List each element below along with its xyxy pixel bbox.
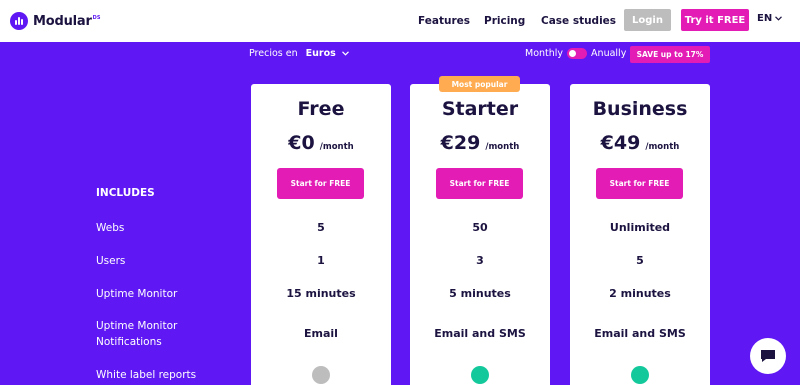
chevron-down-icon [775, 16, 783, 21]
brand-name: Modular [33, 13, 92, 29]
includes-heading: INCLUDES [96, 187, 155, 199]
start-free-button[interactable]: Start for FREE [277, 168, 364, 199]
feature-webs: Webs [96, 222, 125, 234]
price-amount: €49 [600, 132, 641, 154]
webs-value: 5 [317, 221, 325, 234]
webs-value: 50 [472, 221, 488, 234]
notifications-value: Email and SMS [594, 327, 686, 340]
white-label-unavailable-icon [312, 366, 330, 384]
uptime-value: 15 minutes [286, 287, 356, 300]
feature-notifications-line2: Notifications [96, 336, 162, 348]
billing-period-switch: Monthly Anually [525, 48, 626, 59]
plan-name: Business [592, 98, 688, 120]
language-label: EN [757, 13, 773, 24]
currency-label: Precios en [249, 48, 298, 59]
logo-mark-icon [10, 12, 28, 30]
users-value: 3 [476, 254, 484, 267]
nav-features[interactable]: Features [418, 0, 470, 42]
white-label-included-icon [631, 366, 649, 384]
monthly-label[interactable]: Monthly [525, 48, 563, 59]
chat-bubble-icon [761, 350, 775, 362]
price-period: /month [319, 142, 354, 152]
uptime-value: 5 minutes [449, 287, 511, 300]
nav-case-studies[interactable]: Case studies [541, 0, 616, 42]
login-button[interactable]: Login [624, 9, 671, 31]
users-value: 1 [317, 254, 325, 267]
plan-card-free: Free €0 /month Start for FREE 5 1 15 min… [251, 84, 391, 385]
plan-price: €49 /month [570, 132, 710, 154]
nav-pricing[interactable]: Pricing [484, 0, 525, 42]
chevron-down-icon [341, 51, 349, 56]
price-period: /month [645, 142, 680, 152]
feature-white-label: White label reports [96, 369, 197, 381]
users-value: 5 [636, 254, 644, 267]
price-amount: €29 [440, 132, 481, 154]
feature-notifications-line1: Uptime Monitor [96, 320, 178, 332]
top-nav-bar: Modular DS Features Pricing Case studies… [0, 0, 800, 42]
plan-card-business: Business €49 /month Start for FREE Unlim… [570, 84, 710, 385]
plan-price: €0 /month [251, 132, 391, 154]
feature-users: Users [96, 255, 126, 267]
webs-value: Unlimited [609, 221, 671, 234]
start-free-button[interactable]: Start for FREE [596, 168, 683, 199]
start-free-button[interactable]: Start for FREE [436, 168, 523, 199]
plan-name: Starter [441, 98, 519, 120]
annually-label[interactable]: Anually [591, 48, 626, 59]
plan-price: €29 /month [410, 132, 550, 154]
most-popular-badge: Most popular [439, 76, 520, 92]
price-amount: €0 [288, 132, 315, 154]
brand-suffix: DS [92, 14, 101, 21]
plan-name: Free [297, 98, 345, 120]
currency-selector[interactable]: Precios en Euros [249, 48, 349, 59]
uptime-value: 2 minutes [609, 287, 671, 300]
price-period: /month [485, 142, 520, 152]
plan-card-starter: Starter €29 /month Start for FREE 50 3 5… [410, 84, 550, 385]
notifications-value: Email and SMS [434, 327, 526, 340]
billing-toggle[interactable] [567, 48, 588, 59]
logo[interactable]: Modular DS [10, 10, 100, 32]
save-badge: SAVE up to 17% [630, 46, 710, 63]
language-selector[interactable]: EN [757, 13, 783, 24]
toggle-knob [569, 50, 577, 57]
notifications-value: Email [304, 327, 338, 340]
try-free-button[interactable]: Try it FREE [681, 9, 749, 31]
chat-widget-button[interactable] [750, 338, 786, 374]
currency-value: Euros [305, 48, 336, 59]
feature-uptime: Uptime Monitor [96, 288, 178, 300]
white-label-included-icon [471, 366, 489, 384]
